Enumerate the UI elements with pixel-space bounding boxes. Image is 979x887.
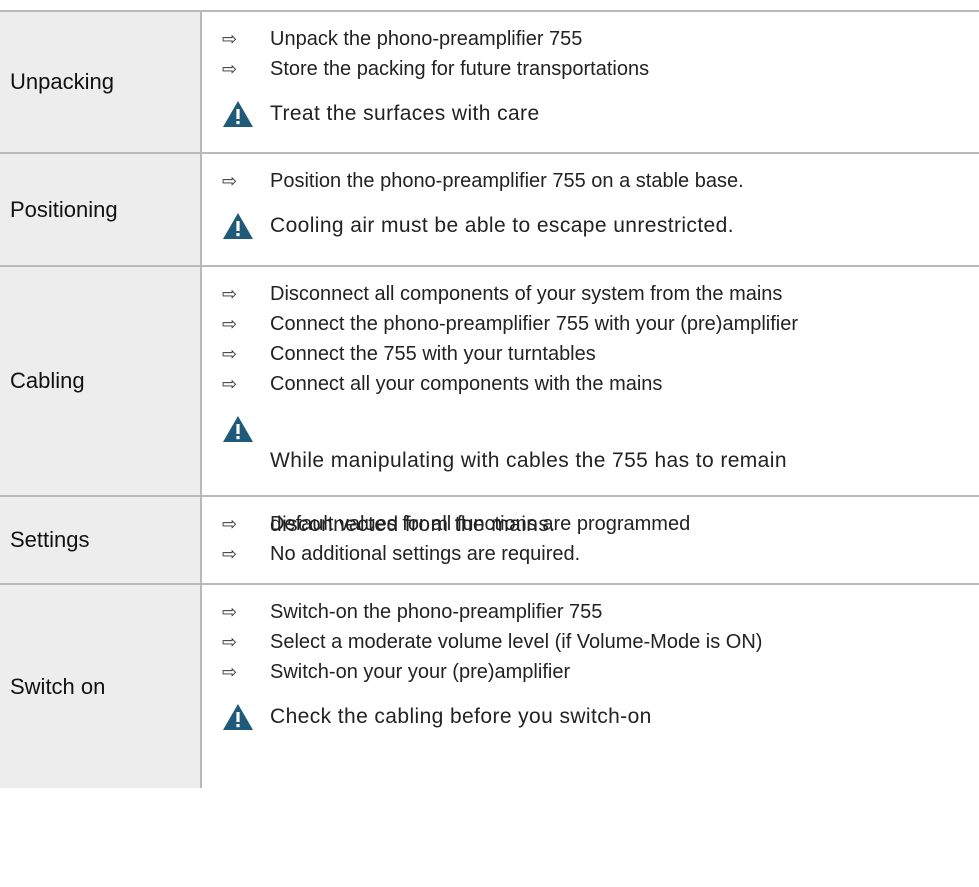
step-text: Connect all your components with the mai…: [270, 372, 663, 395]
warning-note: Treat the surfaces with care: [222, 98, 979, 130]
list-item: ⇨ Connect the 755 with your turntables: [222, 339, 979, 369]
arrow-right-icon: ⇨: [222, 283, 238, 305]
table-row-settings: Settings ⇨ Default values for all functi…: [0, 495, 979, 583]
step-text: Connect the 755 with your turntables: [270, 342, 596, 365]
row-content: ⇨ Default values for all functions are p…: [202, 497, 979, 583]
list-item: ⇨ Select a moderate volume level (if Vol…: [222, 627, 979, 657]
step-text: Unpack the phono-preamplifier 755: [270, 27, 583, 50]
list-item: ⇨ No additional settings are required.: [222, 539, 979, 569]
arrow-right-icon: ⇨: [222, 373, 238, 395]
arrow-right-icon: ⇨: [222, 661, 238, 683]
warning-text: Treat the surfaces with care: [270, 102, 540, 125]
step-text: Switch-on your your (pre)amplifier: [270, 660, 571, 683]
arrow-right-icon: ⇨: [222, 170, 238, 192]
step-text: Position the phono-preamplifier 755 on a…: [270, 169, 744, 192]
step-text: Default values for all functions are pro…: [270, 512, 691, 535]
arrow-right-icon: ⇨: [222, 513, 238, 535]
list-item: ⇨ Position the phono-preamplifier 755 on…: [222, 166, 979, 196]
arrow-right-icon: ⇨: [222, 28, 238, 50]
warning-text: Check the cabling before you switch-on: [270, 705, 652, 728]
row-content: ⇨ Switch-on the phono-preamplifier 755 ⇨…: [202, 585, 979, 788]
row-content: ⇨ Position the phono-preamplifier 755 on…: [202, 154, 979, 265]
list-item: ⇨ Store the packing for future transport…: [222, 54, 979, 84]
list-item: ⇨ Unpack the phono-preamplifier 755: [222, 24, 979, 54]
step-text: Store the packing for future transportat…: [270, 57, 650, 80]
warning-triangle-icon: [222, 210, 270, 242]
step-text: No additional settings are required.: [270, 542, 581, 565]
row-content: ⇨ Disconnect all components of your syst…: [202, 267, 979, 537]
list-item: ⇨ Disconnect all components of your syst…: [222, 279, 979, 309]
list-item: ⇨ Default values for all functions are p…: [222, 509, 979, 539]
arrow-right-icon: ⇨: [222, 313, 238, 335]
arrow-right-icon: ⇨: [222, 343, 238, 365]
list-item: ⇨ Connect all your components with the m…: [222, 369, 979, 399]
step-text: Disconnect all components of your system…: [270, 282, 783, 305]
row-label: Cabling: [0, 267, 202, 495]
step-text: Select a moderate volume level (if Volum…: [270, 630, 763, 653]
warning-note: Cooling air must be able to escape unres…: [222, 210, 979, 242]
warning-triangle-icon: [222, 701, 270, 733]
list-item: ⇨ Connect the phono-preamplifier 755 wit…: [222, 309, 979, 339]
warning-text: Cooling air must be able to escape unres…: [270, 214, 734, 237]
table-row-cabling: Cabling ⇨ Disconnect all components of y…: [0, 265, 979, 537]
table-row-positioning: Positioning ⇨ Position the phono-preampl…: [0, 152, 979, 265]
row-label: Switch on: [0, 585, 202, 788]
row-label: Positioning: [0, 154, 202, 265]
list-item: ⇨ Switch-on your your (pre)amplifier: [222, 657, 979, 687]
arrow-right-icon: ⇨: [222, 601, 238, 623]
arrow-right-icon: ⇨: [222, 58, 238, 80]
setup-instructions-table: Unpacking ⇨ Unpack the phono-preamplifie…: [0, 10, 979, 788]
arrow-right-icon: ⇨: [222, 543, 238, 565]
row-label: Unpacking: [0, 12, 202, 152]
table-row-switch-on: Switch on ⇨ Switch-on the phono-preampli…: [0, 583, 979, 788]
row-label: Settings: [0, 497, 202, 583]
row-content: ⇨ Unpack the phono-preamplifier 755 ⇨ St…: [202, 12, 979, 152]
warning-note: Check the cabling before you switch-on: [222, 701, 979, 733]
warning-triangle-icon: [222, 413, 270, 445]
list-item: ⇨ Switch-on the phono-preamplifier 755: [222, 597, 979, 627]
warning-triangle-icon: [222, 98, 270, 130]
step-text: Connect the phono-preamplifier 755 with …: [270, 312, 799, 335]
step-text: Switch-on the phono-preamplifier 755: [270, 600, 603, 623]
table-row-unpacking: Unpacking ⇨ Unpack the phono-preamplifie…: [0, 10, 979, 152]
warning-text-line: While manipulating with cables the 755 h…: [270, 449, 787, 472]
arrow-right-icon: ⇨: [222, 631, 238, 653]
